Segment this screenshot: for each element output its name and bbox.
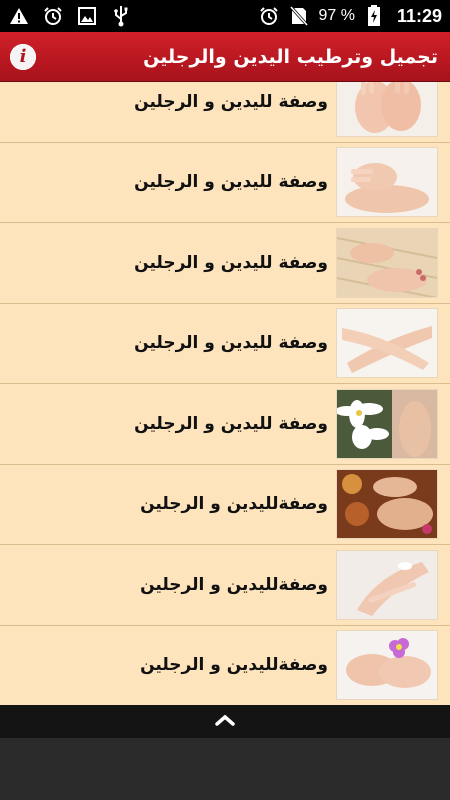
navigation-area: [0, 738, 450, 800]
spa-feet-icon: [336, 227, 438, 298]
list-item[interactable]: وصفة لليدين و الرجلين: [0, 223, 450, 304]
list-item[interactable]: وصفة لليدين و الرجلين: [0, 82, 450, 143]
alarm-icon: [42, 5, 64, 27]
list-item[interactable]: وصفة لليدين و الرجلين: [0, 384, 450, 465]
recipe-list-inner: وصفة لليدين و الرجلين وصفة لليدين و الرجل…: [0, 82, 450, 705]
app-bar: i تجميل وترطيب اليدين والرجلين: [0, 32, 450, 82]
list-item[interactable]: وصفةلليدين و الرجلين: [0, 625, 450, 705]
battery-charging-icon: [363, 5, 385, 27]
battery-percent: 97 %: [318, 7, 355, 24]
list-item[interactable]: وصفةلليدين و الرجلين: [0, 464, 450, 545]
hand-on-foot-icon: [336, 147, 438, 218]
list-item-label: وصفة لليدين و الرجلين: [134, 252, 328, 273]
usb-icon: [110, 5, 132, 27]
lily-feet-icon: [336, 388, 438, 459]
no-sim-icon: [288, 5, 310, 27]
list-item[interactable]: وصفة لليدين و الرجلين: [0, 303, 450, 384]
list-item[interactable]: وصفة لليدين و الرجلين: [0, 142, 450, 223]
list-item-label: وصفة لليدين و الرجلين: [134, 413, 328, 434]
app-title: تجميل وترطيب اليدين والرجلين: [143, 45, 438, 68]
alarm-icon: [258, 5, 280, 27]
list-item[interactable]: وصفةلليدين و الرجلين: [0, 545, 450, 626]
list-item-label: وصفةلليدين و الرجلين: [140, 494, 328, 515]
image-icon: [76, 5, 98, 27]
chevron-up-icon[interactable]: [214, 712, 236, 731]
info-icon[interactable]: i: [10, 43, 36, 70]
list-item-label: وصفةلليدين و الرجلين: [140, 574, 328, 595]
warning-icon: [8, 5, 30, 27]
orchid-hands-icon: [336, 630, 438, 701]
crossed-hands-icon: [336, 308, 438, 379]
status-bar: 97 % 11:29: [0, 0, 450, 32]
hands-icon: [336, 82, 438, 137]
list-item-label: وصفة لليدين و الرجلين: [134, 333, 328, 354]
list-item-label: وصفةلليدين و الرجلين: [140, 655, 328, 676]
list-item-label: وصفة لليدين و الرجلين: [134, 91, 328, 112]
recipe-list[interactable]: وصفة لليدين و الرجلين وصفة لليدين و الرجل…: [0, 82, 450, 705]
cream-hand-icon: [336, 549, 438, 620]
candle-spa-icon: [336, 469, 438, 540]
clock: 11:29: [396, 5, 442, 26]
bottom-bar: [0, 705, 450, 738]
list-item-label: وصفة لليدين و الرجلين: [134, 172, 328, 193]
